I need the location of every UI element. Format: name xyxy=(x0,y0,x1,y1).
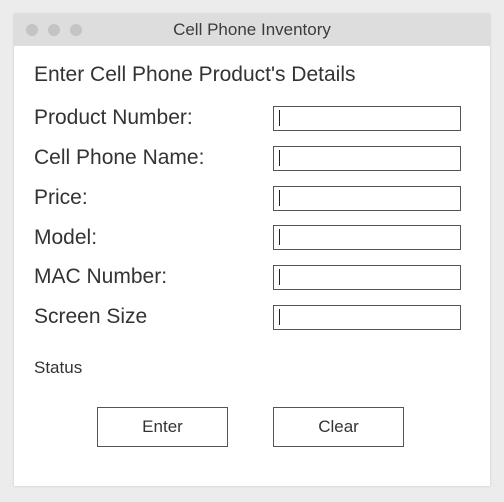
price-input[interactable] xyxy=(273,186,461,211)
text-caret xyxy=(279,150,280,166)
screen-size-label: Screen Size xyxy=(34,305,148,328)
enter-button[interactable]: Enter xyxy=(97,407,228,447)
title-bar[interactable]: Cell Phone Inventory xyxy=(14,14,490,46)
text-caret xyxy=(279,269,280,285)
form-heading: Enter Cell Phone Product's Details xyxy=(34,63,356,86)
text-caret xyxy=(279,110,280,126)
text-caret xyxy=(279,190,280,206)
screen-size-input[interactable] xyxy=(273,305,461,330)
mac-number-input[interactable] xyxy=(273,265,461,290)
product-number-input[interactable] xyxy=(273,106,461,131)
mac-number-label: MAC Number: xyxy=(34,265,168,288)
text-caret xyxy=(279,229,280,245)
status-text: Status xyxy=(34,358,83,377)
product-number-label: Product Number: xyxy=(34,106,193,129)
model-label: Model: xyxy=(34,226,98,249)
price-label: Price: xyxy=(34,186,88,209)
clear-button[interactable]: Clear xyxy=(273,407,404,447)
window-title: Cell Phone Inventory xyxy=(173,20,331,39)
cell-phone-name-input[interactable] xyxy=(273,146,461,171)
app-window: Cell Phone Inventory Enter Cell Phone Pr… xyxy=(14,14,490,486)
cell-phone-name-label: Cell Phone Name: xyxy=(34,146,205,169)
text-caret xyxy=(279,309,280,325)
model-input[interactable] xyxy=(273,225,461,250)
